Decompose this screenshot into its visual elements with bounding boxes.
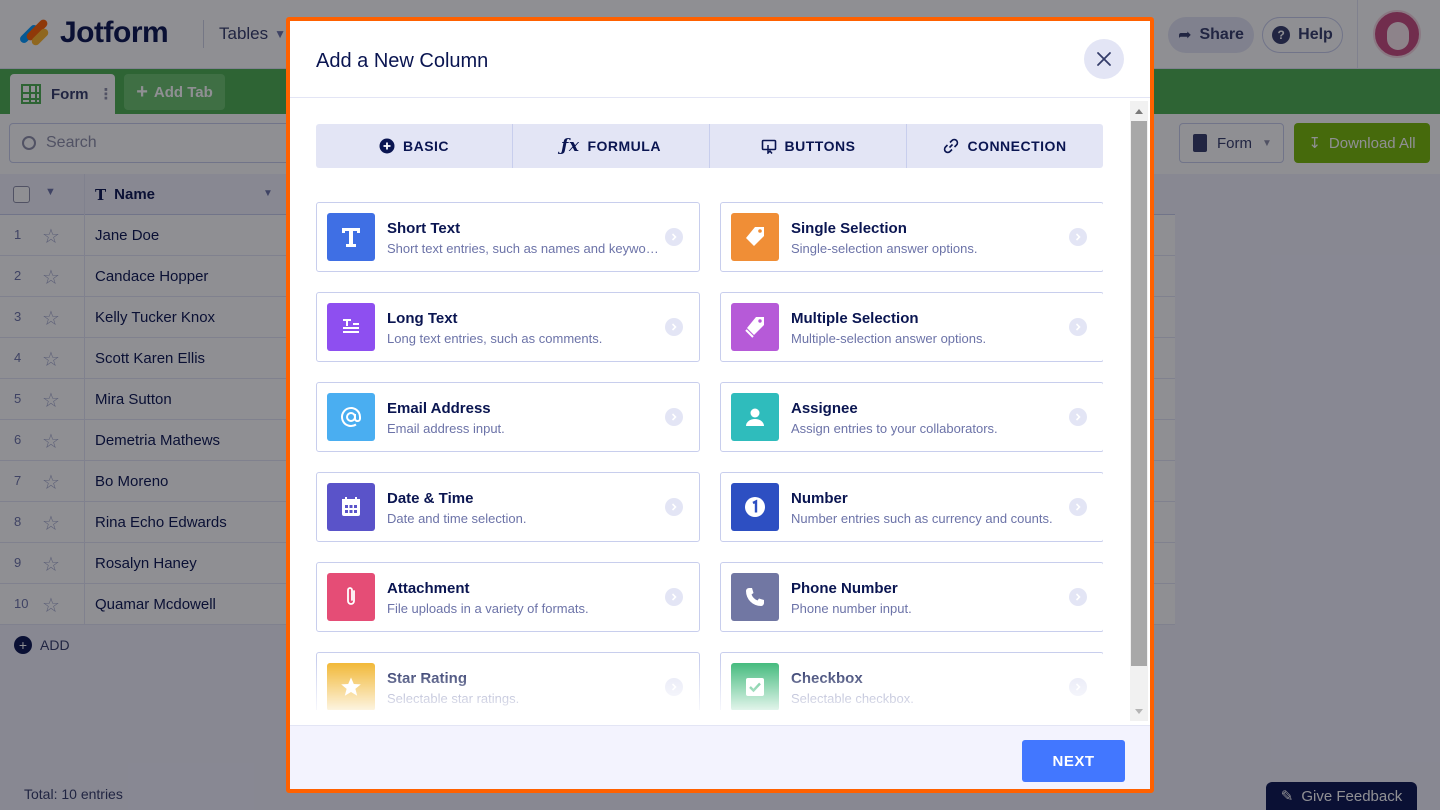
modal-scrollbar[interactable] — [1130, 101, 1148, 721]
column-type-title: Multiple Selection — [791, 310, 919, 327]
person-icon — [731, 393, 779, 441]
column-type-multiple-selection[interactable]: Multiple Selection Multiple-selection ans… — [720, 292, 1103, 362]
plus-circle-icon — [379, 138, 395, 154]
at-icon — [327, 393, 375, 441]
column-type-email-address[interactable]: Email Address Email address input. — [316, 382, 700, 452]
column-type-description: Selectable checkbox. — [791, 691, 914, 706]
column-type-attachment[interactable]: Attachment File uploads in a variety of f… — [316, 562, 700, 632]
column-type-description: Multiple-selection answer options. — [791, 331, 987, 346]
chevron-right-icon — [665, 498, 683, 516]
column-type-star-rating[interactable]: Star Rating Selectable star ratings. — [316, 652, 700, 710]
scroll-up-arrow-icon[interactable] — [1135, 109, 1143, 114]
column-type-title: Assignee — [791, 400, 858, 417]
column-type-description: Date and time selection. — [387, 511, 527, 526]
column-type-title: Single Selection — [791, 220, 907, 237]
column-type-tabs: BASIC ƒx FORMULA BUTTONS CONNECTION — [316, 124, 1103, 168]
column-type-description: Single-selection answer options. — [791, 241, 978, 256]
text-t-icon — [327, 213, 375, 261]
chevron-right-icon — [665, 588, 683, 606]
tab-basic[interactable]: BASIC — [316, 124, 513, 168]
close-button[interactable] — [1084, 39, 1124, 79]
tag-icon — [731, 213, 779, 261]
paperclip-icon — [327, 573, 375, 621]
column-type-title: Email Address — [387, 400, 491, 417]
column-type-short-text[interactable]: Short Text Short text entries, such as na… — [316, 202, 700, 272]
column-type-title: Phone Number — [791, 580, 898, 597]
add-column-modal: Add a New Column BASIC ƒx FORMULA BUTTON… — [286, 17, 1154, 793]
phone-icon — [731, 573, 779, 621]
column-type-description: File uploads in a variety of formats. — [387, 601, 589, 616]
scroll-down-arrow-icon[interactable] — [1135, 709, 1143, 714]
column-type-assignee[interactable]: Assignee Assign entries to your collabora… — [720, 382, 1103, 452]
chevron-right-icon — [665, 318, 683, 336]
chevron-right-icon — [665, 228, 683, 246]
column-type-title: Star Rating — [387, 670, 468, 687]
calendar-icon — [327, 483, 375, 531]
column-type-description: Selectable star ratings. — [387, 691, 520, 706]
column-type-description: Email address input. — [387, 421, 505, 436]
chevron-right-icon — [665, 408, 683, 426]
tab-connection-label: CONNECTION — [967, 138, 1067, 154]
tab-buttons[interactable]: BUTTONS — [710, 124, 907, 168]
chevron-right-icon — [1069, 588, 1087, 606]
tags-icon — [731, 303, 779, 351]
column-type-description: Phone number input. — [791, 601, 912, 616]
next-button[interactable]: NEXT — [1022, 740, 1125, 782]
column-type-title: Checkbox — [791, 670, 863, 687]
column-type-long-text[interactable]: Long Text Long text entries, such as comm… — [316, 292, 700, 362]
modal-title: Add a New Column — [316, 50, 489, 72]
tab-formula[interactable]: ƒx FORMULA — [513, 124, 710, 168]
function-icon: ƒx — [561, 136, 580, 156]
tab-buttons-label: BUTTONS — [784, 138, 856, 154]
button-cursor-icon — [761, 139, 776, 154]
tab-formula-label: FORMULA — [587, 138, 661, 154]
column-type-title: Date & Time — [387, 490, 474, 507]
column-type-title: Attachment — [387, 580, 470, 597]
tab-connection[interactable]: CONNECTION — [907, 124, 1103, 168]
modal-header: Add a New Column — [290, 21, 1150, 98]
column-type-number[interactable]: Number Number entries such as currency an… — [720, 472, 1103, 542]
chevron-right-icon — [1069, 318, 1087, 336]
chevron-right-icon — [1069, 678, 1087, 696]
tab-basic-label: BASIC — [402, 138, 450, 154]
chevron-right-icon — [1069, 498, 1087, 516]
modal-footer: NEXT — [290, 725, 1150, 789]
column-type-title: Long Text — [387, 310, 458, 327]
column-type-description: Long text entries, such as comments. — [387, 331, 603, 346]
column-type-single-selection[interactable]: Single Selection Single-selection answer … — [720, 202, 1103, 272]
checkbox-icon — [731, 663, 779, 710]
chevron-right-icon — [1069, 228, 1087, 246]
column-type-checkbox[interactable]: Checkbox Selectable checkbox. — [720, 652, 1103, 710]
column-type-phone-number[interactable]: Phone Number Phone number input. — [720, 562, 1103, 632]
long-text-icon — [327, 303, 375, 351]
column-type-list: Short Text Short text entries, such as na… — [316, 198, 1103, 710]
chevron-right-icon — [665, 678, 683, 696]
column-type-description: Assign entries to your collaborators. — [791, 421, 998, 436]
column-type-description: Short text entries, such as names and ke… — [387, 241, 659, 256]
link-icon — [944, 138, 959, 154]
chevron-right-icon — [1069, 408, 1087, 426]
column-type-title: Short Text — [387, 220, 461, 237]
star-icon — [327, 663, 375, 710]
column-type-date-time[interactable]: Date & Time Date and time selection. — [316, 472, 700, 542]
number-one-icon — [731, 483, 779, 531]
column-type-title: Number — [791, 490, 848, 507]
close-icon — [1097, 52, 1111, 66]
scrollbar-thumb[interactable] — [1131, 121, 1147, 666]
column-type-description: Number entries such as currency and coun… — [791, 511, 1053, 526]
